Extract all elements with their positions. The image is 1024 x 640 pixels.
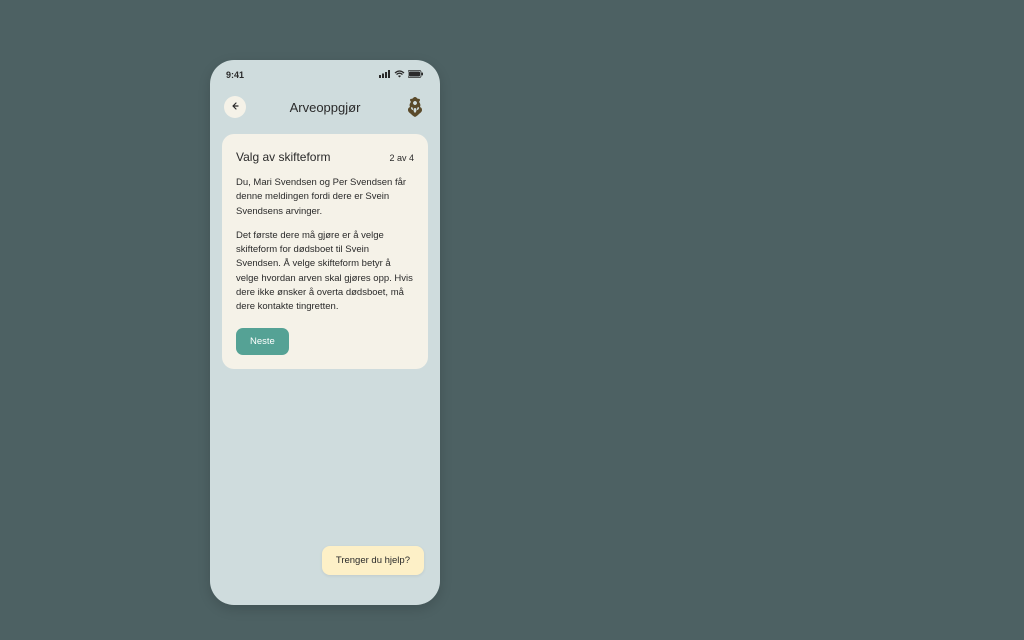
card-title: Valg av skifteform [236, 150, 330, 164]
norwegian-lion-icon [404, 96, 426, 118]
help-chip[interactable]: Trenger du hjelp? [322, 546, 424, 575]
step-indicator: 2 av 4 [389, 153, 414, 163]
card-paragraph-2: Det første dere må gjøre er å velge skif… [236, 229, 414, 315]
app-header: Arveoppgjør [210, 84, 440, 128]
status-icons [379, 70, 424, 80]
cellular-signal-icon [379, 70, 391, 80]
phone-frame: 9:41 [210, 60, 440, 605]
next-button[interactable]: Neste [236, 328, 289, 355]
card-body: Du, Mari Svendsen og Per Svendsen får de… [236, 176, 414, 314]
card-header: Valg av skifteform 2 av 4 [236, 150, 414, 164]
card-paragraph-1: Du, Mari Svendsen og Per Svendsen får de… [236, 176, 414, 219]
battery-icon [408, 70, 424, 80]
back-arrow-icon [230, 98, 240, 116]
page-title: Arveoppgjør [246, 100, 404, 115]
status-time: 9:41 [226, 70, 244, 80]
back-button[interactable] [224, 96, 246, 118]
status-bar: 9:41 [210, 60, 440, 84]
wifi-icon [394, 70, 405, 80]
content-card: Valg av skifteform 2 av 4 Du, Mari Svend… [222, 134, 428, 369]
